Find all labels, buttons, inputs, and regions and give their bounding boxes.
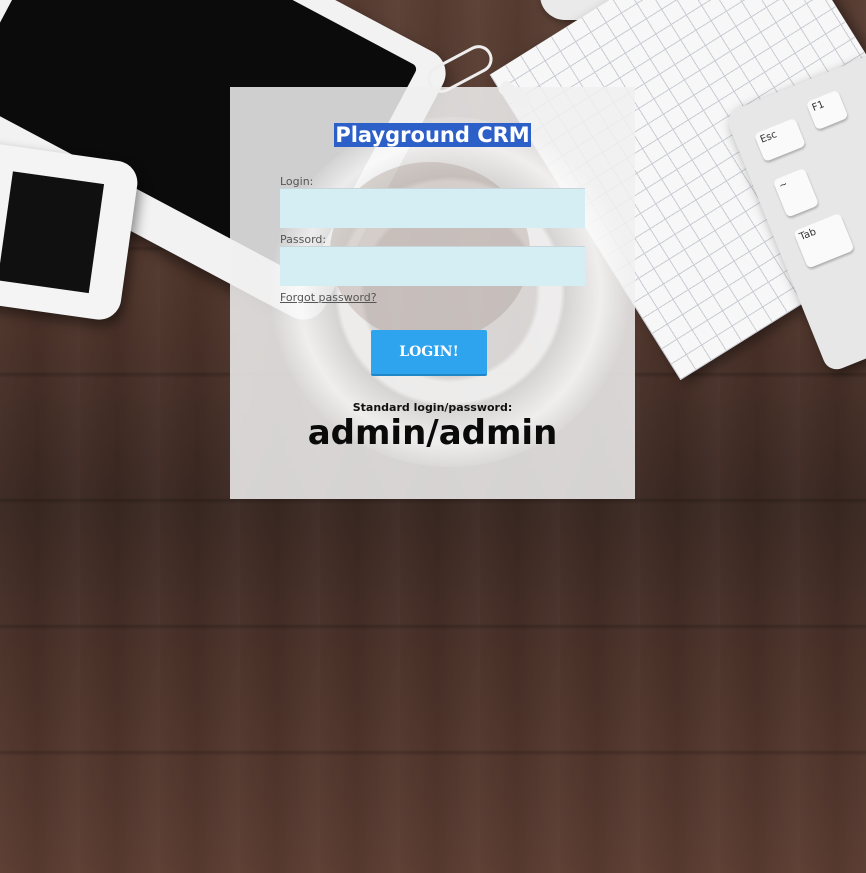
login-label: Login:: [280, 175, 314, 188]
forgot-password-link[interactable]: Forgot password?: [280, 291, 377, 304]
page-title-wrapper: Playground CRM: [230, 122, 635, 148]
login-input[interactable]: [280, 188, 585, 228]
keyboard-key: F1: [805, 89, 849, 131]
keyboard-key: Tab: [793, 212, 855, 269]
keyboard-key: ~: [772, 167, 820, 218]
password-label: Passord:: [280, 233, 327, 246]
page-title: Playground CRM: [334, 123, 531, 147]
keyboard-key: Esc: [753, 117, 806, 163]
credentials-hint-value: admin/admin: [307, 413, 558, 453]
login-button[interactable]: LOGIN!: [371, 330, 487, 376]
login-panel: Playground CRM Login: Passord: Forgot pa…: [230, 87, 635, 499]
password-input[interactable]: [280, 246, 585, 286]
background-phone: [0, 137, 141, 323]
